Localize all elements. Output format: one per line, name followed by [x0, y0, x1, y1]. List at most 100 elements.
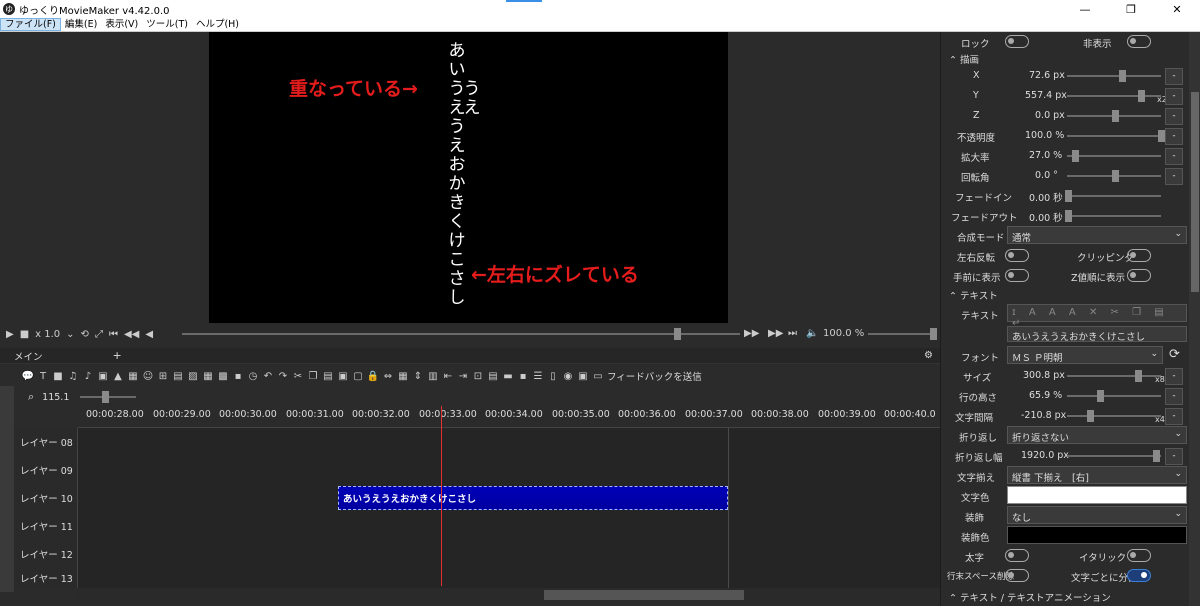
opacity-slider[interactable] [1067, 135, 1161, 137]
font-select[interactable]: ＭＳ Ｐ明朝 ⌄ [1007, 346, 1163, 364]
anim-section-header[interactable]: ⌃ テキスト / テキストアニメーション [949, 590, 1111, 604]
align-select[interactable]: 縦書 下揃え [右] ⌄ [1007, 466, 1187, 484]
next-frame-icon[interactable]: ▶▶ [768, 328, 783, 339]
split-left-icon[interactable]: ⇤ [442, 369, 454, 383]
skip-end-icon[interactable]: ⏭ [788, 328, 797, 339]
video-icon[interactable]: ■ [52, 369, 64, 383]
music-icon[interactable]: ♫ [67, 369, 79, 383]
comment-icon[interactable]: 💬 [22, 369, 34, 383]
chevron-down-icon[interactable]: ⌄ [66, 329, 74, 340]
add-icon[interactable]: ⊞ [157, 369, 169, 383]
folder-icon[interactable]: ▬ [502, 369, 514, 383]
scroll-thumb[interactable] [544, 590, 744, 600]
text-clip[interactable]: あいうえうえおかきくけこさし [338, 486, 728, 510]
y-slider[interactable] [1067, 95, 1161, 97]
layer-header[interactable]: レイヤー 11 [14, 512, 78, 540]
z-minus-button[interactable]: - [1165, 108, 1183, 125]
layer-track[interactable] [78, 456, 940, 484]
rotation-thumb[interactable] [1112, 170, 1119, 182]
deco-select[interactable]: なし ⌄ [1007, 506, 1187, 524]
group-icon[interactable]: ▣ [337, 369, 349, 383]
wrapwidth-slider[interactable] [1067, 455, 1161, 457]
split-toggle[interactable] [1127, 569, 1151, 582]
fadein-slider[interactable] [1067, 195, 1161, 197]
layer-header[interactable]: レイヤー 10 [14, 484, 78, 512]
grid-icon[interactable]: ▦ [127, 369, 139, 383]
lineheight-slider[interactable] [1067, 395, 1161, 397]
prev-frame-icon[interactable]: ◀◀ [124, 329, 139, 340]
export-icon[interactable]: ▤ [487, 369, 499, 383]
italic-toggle[interactable] [1127, 549, 1151, 562]
volume-thumb[interactable] [930, 328, 937, 340]
feedback-button[interactable]: フィードバックを送信 [607, 369, 702, 383]
layer-track[interactable] [78, 428, 940, 456]
hide-toggle[interactable] [1127, 35, 1151, 48]
menu-help[interactable]: ヘルプ(H) [192, 18, 243, 31]
layer-track[interactable] [78, 540, 940, 568]
character-icon[interactable]: ▲ [112, 369, 124, 383]
wrapwidth-thumb[interactable] [1153, 450, 1160, 462]
layout-icon[interactable]: ▦ [397, 369, 409, 383]
x-minus-button[interactable]: - [1165, 68, 1183, 85]
lock-toggle[interactable] [1005, 35, 1029, 48]
wrapwidth-minus-button[interactable]: - [1165, 448, 1183, 465]
lineheight-thumb[interactable] [1097, 390, 1104, 402]
rotation-minus-button[interactable]: - [1165, 168, 1183, 185]
text-format-toolbar[interactable]: ɪ A A A ✕ ✂ ❐ ▤ ↵ [1007, 304, 1187, 329]
text-icon[interactable]: T [37, 369, 49, 383]
y-value[interactable]: 557.4 px [1025, 90, 1067, 101]
z-value[interactable]: 0.0 px [1035, 110, 1065, 121]
x-value[interactable]: 72.6 px [1029, 70, 1065, 81]
table-icon[interactable]: ▦ [202, 369, 214, 383]
stop-icon[interactable]: ■ [20, 329, 29, 340]
fadeout-thumb[interactable] [1065, 210, 1072, 222]
camera-icon[interactable]: ◉ [562, 369, 574, 383]
opacity-thumb[interactable] [1158, 130, 1165, 142]
pattern-icon[interactable]: ▩ [217, 369, 229, 383]
step-forward-icon[interactable]: ▶▶ [744, 328, 759, 339]
lineheight-minus-button[interactable]: - [1165, 388, 1183, 405]
textcolor-swatch[interactable] [1007, 486, 1187, 504]
play-icon[interactable]: ▶ [6, 329, 14, 340]
timeline-ruler[interactable]: 00:00:28.00 00:00:29.00 00:00:30.00 00:0… [78, 406, 940, 428]
save-file-icon[interactable]: ▪ [517, 369, 529, 383]
timeline-layer[interactable]: レイヤー 09 [14, 456, 940, 484]
add-tab-button[interactable]: + [113, 349, 122, 362]
maximize-button[interactable]: ❐ [1108, 0, 1154, 18]
bold-toggle[interactable] [1005, 549, 1029, 562]
blend-select[interactable]: 通常 ⌄ [1007, 226, 1187, 244]
decocolor-swatch[interactable] [1007, 526, 1187, 544]
seek-track[interactable] [182, 333, 740, 335]
paste-icon[interactable]: ▤ [322, 369, 334, 383]
spacing-thumb[interactable] [1087, 410, 1094, 422]
rotation-value[interactable]: 0.0 ° [1035, 170, 1058, 181]
layer-header[interactable]: レイヤー 12 [14, 540, 78, 568]
feedback-icon[interactable]: ▭ [592, 369, 604, 383]
page-icon[interactable]: ▯ [547, 369, 559, 383]
copy-icon[interactable]: ❐ [307, 369, 319, 383]
wrapwidth-value[interactable]: 1920.0 px [1021, 450, 1069, 461]
undo-icon[interactable]: ↶ [262, 369, 274, 383]
size-minus-button[interactable]: - [1165, 368, 1183, 385]
lineheight-value[interactable]: 65.9 % [1029, 390, 1062, 401]
ungroup-icon[interactable]: ▢ [352, 369, 364, 383]
timeline-layer[interactable]: レイヤー 08 [14, 428, 940, 456]
layer-header[interactable]: レイヤー 09 [14, 456, 78, 484]
horizontal-scrollbar[interactable] [78, 588, 940, 602]
zoom-thumb[interactable] [102, 391, 109, 403]
seek-thumb[interactable] [674, 328, 681, 340]
face-icon[interactable]: ☺ [142, 369, 154, 383]
step-back-icon[interactable]: ◀ [145, 329, 153, 340]
x-slider[interactable] [1067, 75, 1161, 77]
opacity-value[interactable]: 100.0 % [1025, 130, 1064, 141]
fadeout-slider[interactable] [1067, 215, 1161, 217]
loop-icon[interactable]: ⟲ [81, 329, 89, 340]
layer-track[interactable] [78, 568, 940, 588]
gear-icon[interactable]: ⚙ [924, 350, 933, 361]
spacing-slider[interactable] [1067, 415, 1161, 417]
size-slider[interactable] [1067, 375, 1161, 377]
y-minus-button[interactable]: - [1165, 88, 1183, 105]
y-thumb[interactable] [1138, 90, 1145, 102]
props-scroll-thumb[interactable] [1191, 92, 1199, 292]
layer-track[interactable] [78, 512, 940, 540]
